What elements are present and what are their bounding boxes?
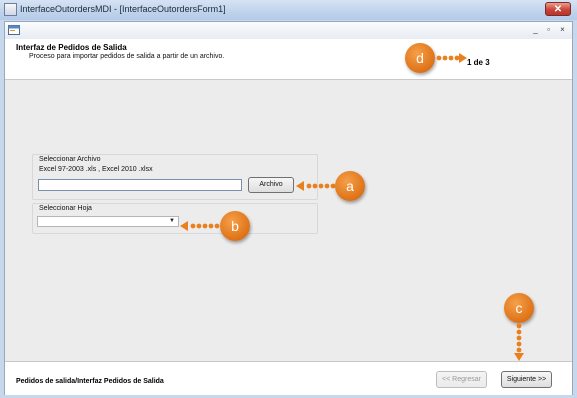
close-icon: ×	[560, 25, 565, 34]
arrow-left-icon	[296, 181, 336, 191]
back-button[interactable]: << Regresar	[436, 371, 487, 388]
restore-icon: ▫	[547, 25, 550, 34]
mdi-menu-bar: _ ▫ ×	[5, 22, 572, 40]
mdi-close-button[interactable]: ×	[556, 24, 569, 37]
sheet-group-label: Seleccionar Hoja	[39, 205, 92, 212]
window-close-button[interactable]: ✕	[545, 2, 571, 16]
arrow-down-icon	[514, 323, 524, 361]
dropdown-arrow-icon[interactable]: ▼	[169, 218, 176, 225]
sheet-select[interactable]: ▼	[37, 216, 179, 227]
page-subtitle: Proceso para importar pedidos de salida …	[29, 53, 225, 60]
file-formats-label: Excel 97-2003 .xls , Excel 2010 .xlsx	[39, 166, 153, 173]
page-title: Interfaz de Pedidos de Salida	[16, 43, 127, 52]
mdi-child-form: _ ▫ × Interfaz de Pedidos de Salida Proc…	[4, 21, 573, 395]
callout-b: b	[220, 211, 250, 241]
window-titlebar[interactable]: InterfaceOutordersMDI - [InterfaceOutord…	[0, 0, 577, 21]
next-button[interactable]: Siguiente >>	[501, 371, 552, 388]
wizard-footer: Pedidos de salida/Interfaz Pedidos de Sa…	[5, 361, 572, 395]
minimize-icon: _	[533, 25, 538, 34]
callout-c: c	[504, 293, 534, 323]
arrow-left-icon	[180, 221, 220, 231]
app-window: InterfaceOutordersMDI - [InterfaceOutord…	[0, 0, 577, 398]
callout-a: a	[335, 171, 365, 201]
step-indicator: 1 de 3	[467, 58, 490, 67]
arrow-right-icon	[436, 53, 467, 63]
wizard-header: Interfaz de Pedidos de Salida Proceso pa…	[5, 39, 572, 80]
file-path-input[interactable]	[38, 179, 242, 191]
app-icon	[4, 3, 17, 16]
form-icon	[8, 25, 20, 35]
browse-file-button[interactable]: Archivo	[248, 177, 294, 193]
close-icon: ✕	[553, 4, 563, 15]
footer-breadcrumb: Pedidos de salida/Interfaz Pedidos de Sa…	[16, 378, 164, 385]
mdi-restore-button[interactable]: ▫	[542, 24, 555, 37]
callout-d: d	[405, 43, 435, 73]
file-group-label: Seleccionar Archivo	[39, 156, 101, 163]
window-title: InterfaceOutordersMDI - [InterfaceOutord…	[20, 4, 226, 14]
mdi-minimize-button[interactable]: _	[529, 24, 542, 37]
